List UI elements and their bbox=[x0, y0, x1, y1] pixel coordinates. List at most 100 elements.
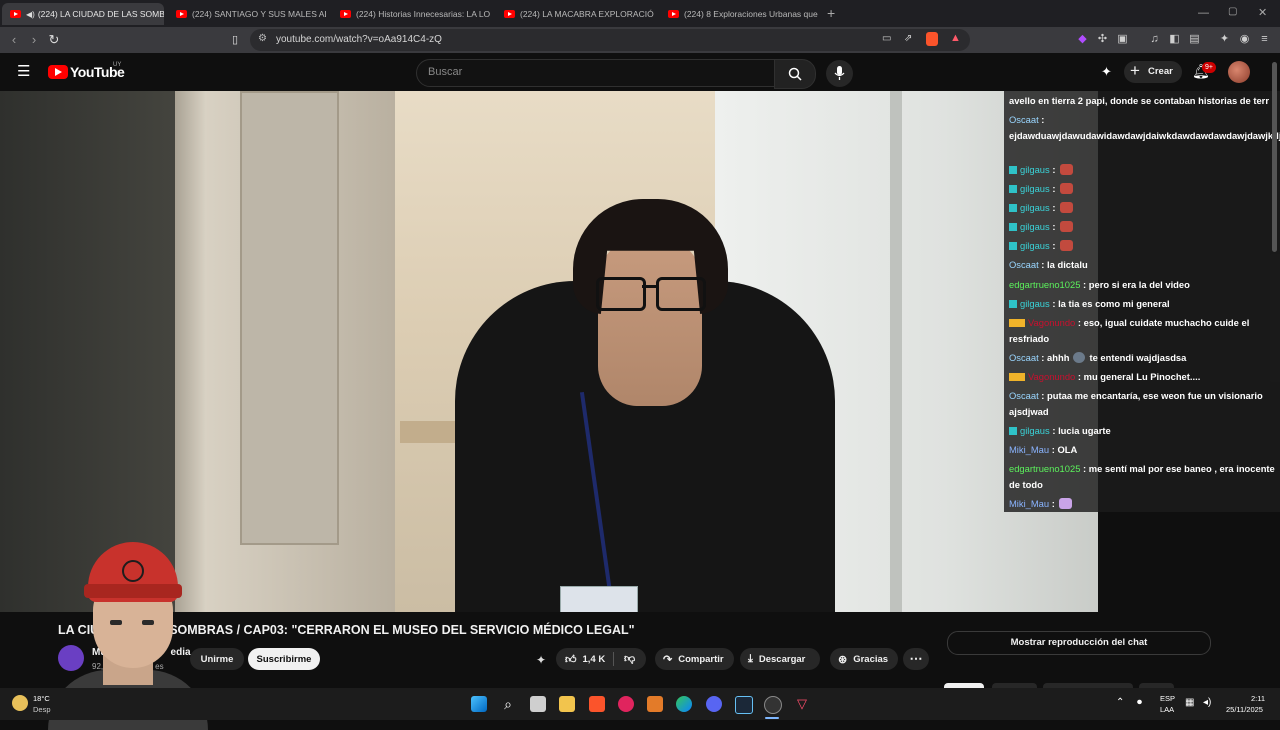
chat-username[interactable]: gilgaus bbox=[1020, 183, 1050, 194]
weather-temp[interactable]: 18°C bbox=[33, 694, 50, 703]
clock-time[interactable]: 2:11 bbox=[1251, 694, 1265, 703]
share-button[interactable]: ↷ Compartir bbox=[655, 648, 734, 670]
chat-username[interactable]: gilgaus bbox=[1020, 164, 1050, 175]
brave-browser-icon[interactable] bbox=[589, 696, 605, 712]
microphone-tray-icon[interactable]: ⏺ bbox=[1137, 697, 1142, 708]
hamburger-menu-icon[interactable]: ☰ bbox=[17, 64, 30, 79]
chat-message: Miki_Mau : OLA bbox=[1009, 442, 1279, 458]
studio-icon[interactable]: ✦ bbox=[1101, 64, 1112, 80]
tab-2[interactable]: (224) SANTIAGO Y SUS MALES AL DE bbox=[168, 3, 326, 25]
download-button[interactable]: ⤓ Descargar bbox=[740, 648, 820, 670]
chat-username[interactable]: Oscaat bbox=[1009, 352, 1039, 363]
tab-5[interactable]: (224) 8 Exploraciones Urbanas que S bbox=[660, 3, 818, 25]
task-view-icon[interactable] bbox=[530, 696, 546, 712]
volume-icon[interactable]: ◂) bbox=[1203, 697, 1211, 708]
tab-4[interactable]: (224) LA MACABRA EXPLORACIÓN D bbox=[496, 3, 654, 25]
reload-icon[interactable]: ↻ bbox=[45, 31, 63, 49]
dislike-icon[interactable]: 👎︎ bbox=[624, 652, 635, 665]
vpn-icon[interactable]: ◉ bbox=[1238, 33, 1251, 46]
create-button[interactable]: + Crear bbox=[1124, 61, 1182, 83]
discord-icon[interactable] bbox=[706, 696, 722, 712]
thanks-button[interactable]: ⊛ Gracias bbox=[830, 648, 898, 670]
chat-message: Oscaat : ejdawduawjdawudawidawdawjdaiwkd… bbox=[1009, 112, 1280, 143]
weather-text[interactable]: Desp bbox=[33, 705, 51, 714]
chat-username[interactable]: gilgaus bbox=[1020, 240, 1050, 251]
address-field[interactable]: ⚙ youtube.com/watch?v=oAa914C4-zQ ▭ ⇗ ▲ bbox=[250, 29, 970, 51]
chat-username[interactable]: Vagonundo bbox=[1028, 317, 1075, 328]
extensions-puzzle-icon[interactable]: ✣ bbox=[1096, 33, 1109, 46]
subscribe-button[interactable]: Suscribirme bbox=[248, 648, 320, 670]
wallet-icon[interactable]: ▣ bbox=[1116, 33, 1129, 46]
file-explorer-icon[interactable] bbox=[559, 696, 575, 712]
weather-moon-icon[interactable] bbox=[12, 695, 28, 711]
media-player-icon[interactable] bbox=[618, 696, 634, 712]
brave-rewards-icon[interactable]: ▲ bbox=[950, 32, 961, 44]
member-badge-icon bbox=[1009, 242, 1017, 250]
brave-shields-icon[interactable] bbox=[926, 32, 938, 46]
menu-icon[interactable]: ≡ bbox=[1258, 33, 1271, 46]
chat-username[interactable]: gilgaus bbox=[1020, 298, 1050, 309]
sidebar-icon[interactable]: ◧ bbox=[1168, 33, 1181, 46]
chat-username[interactable]: Oscaat bbox=[1009, 390, 1039, 401]
site-info-icon[interactable]: ⚙ bbox=[258, 33, 267, 44]
chat-separator: : bbox=[1080, 463, 1089, 474]
chat-username[interactable]: Vagonundo bbox=[1028, 371, 1075, 382]
chat-username[interactable]: edgartrueno1025 bbox=[1009, 279, 1080, 290]
close-window-icon[interactable]: ✕ bbox=[1258, 6, 1267, 19]
chat-username[interactable]: Miki_Mau bbox=[1009, 498, 1049, 509]
search-placeholder: Buscar bbox=[428, 66, 463, 78]
youtube-logo-icon[interactable] bbox=[48, 65, 68, 79]
video-player[interactable] bbox=[0, 91, 1098, 612]
search-input[interactable]: Buscar bbox=[416, 59, 776, 87]
leo-ai-icon[interactable]: ✦ bbox=[1218, 33, 1231, 46]
minimize-window-icon[interactable]: — bbox=[1198, 7, 1209, 19]
more-actions-icon[interactable]: ⋯ bbox=[903, 648, 929, 670]
maximize-window-icon[interactable]: ▢ bbox=[1228, 6, 1237, 17]
chat-username[interactable]: gilgaus bbox=[1020, 221, 1050, 232]
language-indicator[interactable]: ESP bbox=[1160, 694, 1175, 703]
search-button[interactable] bbox=[774, 59, 816, 89]
media-icon[interactable]: ♫ bbox=[1148, 33, 1161, 46]
forward-icon[interactable]: › bbox=[25, 31, 43, 49]
edge-browser-icon[interactable] bbox=[676, 696, 692, 712]
like-icon[interactable]: 👍︎ bbox=[565, 653, 577, 666]
steam-icon[interactable] bbox=[735, 696, 753, 714]
page-scrollbar[interactable] bbox=[1272, 62, 1277, 252]
windows-start-icon[interactable] bbox=[471, 696, 487, 712]
chat-username[interactable]: gilgaus bbox=[1020, 425, 1050, 436]
chat-username[interactable]: Miki_Mau bbox=[1009, 444, 1049, 455]
search-icon bbox=[788, 67, 802, 81]
new-tab-button[interactable]: + bbox=[827, 5, 835, 21]
show-chat-replay-button[interactable]: Mostrar reproducción del chat bbox=[947, 631, 1211, 655]
chat-username[interactable]: Oscaat bbox=[1009, 259, 1039, 270]
downloads-icon[interactable]: ▤ bbox=[1188, 33, 1201, 46]
voice-search-button[interactable] bbox=[826, 60, 853, 87]
avatar[interactable] bbox=[1228, 61, 1250, 83]
video-title-part: SOMBRAS / CAP03: "CERRARON EL MUSEO DEL … bbox=[169, 623, 635, 637]
chat-username[interactable]: Oscaat bbox=[1009, 114, 1039, 125]
chat-username[interactable]: edgartrueno1025 bbox=[1009, 463, 1080, 474]
obs-icon[interactable] bbox=[764, 696, 782, 714]
extension-icon[interactable]: ◆ bbox=[1076, 33, 1089, 46]
chat-separator: : bbox=[1049, 298, 1059, 309]
share-page-icon[interactable]: ⇗ bbox=[904, 33, 912, 44]
app-icon[interactable]: ▽ bbox=[794, 696, 810, 712]
clock-date[interactable]: 25/11/2025 bbox=[1226, 705, 1263, 714]
like-count[interactable]: 1,4 K bbox=[583, 654, 606, 665]
keyboard-layout[interactable]: LAA bbox=[1160, 705, 1174, 714]
notification-count-badge: 9+ bbox=[1202, 62, 1216, 73]
tab-active[interactable]: ◀) (224) LA CIUDAD DE LAS SOMBRAS ✕ bbox=[2, 3, 164, 25]
search-icon[interactable]: ⌕ bbox=[500, 696, 516, 712]
tab-3[interactable]: (224) Historias Innecesarias: LA LOBO bbox=[332, 3, 490, 25]
tray-chevron-icon[interactable]: ⌃ bbox=[1116, 697, 1124, 708]
network-icon[interactable]: ▦ bbox=[1185, 697, 1194, 708]
chat-text: avello en tierra 2 papi, donde se contab… bbox=[1009, 95, 1269, 106]
back-icon[interactable]: ‹ bbox=[5, 31, 23, 49]
chat-message: edgartrueno1025 : pero si era la del vid… bbox=[1009, 277, 1279, 293]
cast-icon[interactable]: ▭ bbox=[882, 33, 891, 44]
chat-username[interactable]: gilgaus bbox=[1020, 202, 1050, 213]
chat-message: Oscaat : ahhh te entendi wajdjasdsa bbox=[1009, 350, 1279, 366]
app-icon[interactable] bbox=[647, 696, 663, 712]
bookmark-icon[interactable]: ▯ bbox=[226, 31, 244, 49]
clip-icon[interactable]: ✦ bbox=[536, 653, 546, 667]
